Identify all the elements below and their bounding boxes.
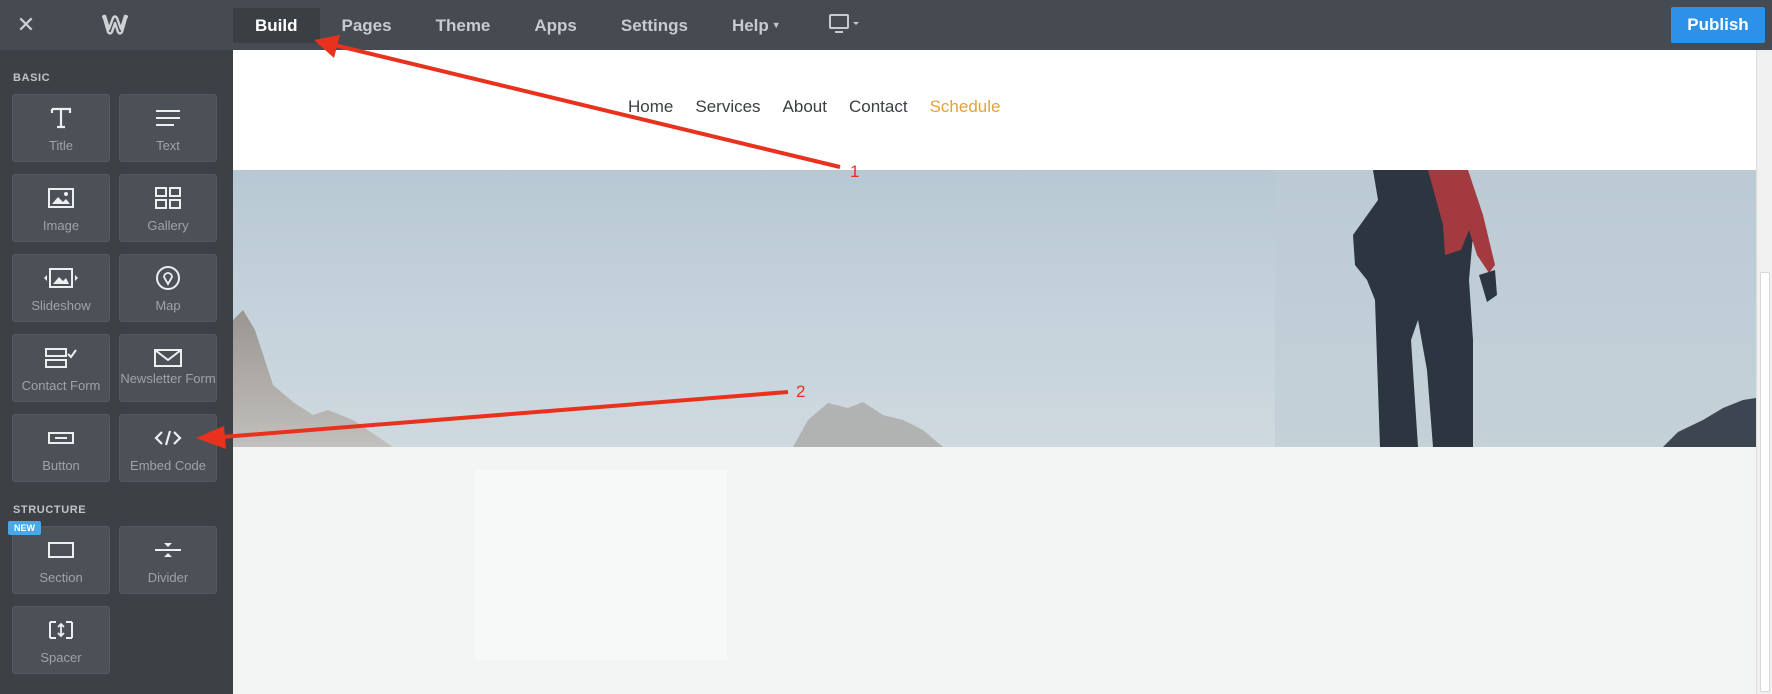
scrollbar[interactable]	[1756, 50, 1772, 694]
nav-build[interactable]: Build	[233, 8, 320, 43]
annotation-label-2: 2	[796, 382, 806, 401]
element-divider[interactable]: Divider	[119, 526, 217, 594]
element-text[interactable]: Text	[119, 94, 217, 162]
nav-apps-label: Apps	[534, 16, 577, 35]
nav-theme-label: Theme	[435, 16, 491, 35]
contact-form-icon	[13, 345, 109, 371]
desktop-monitor-icon[interactable]	[828, 12, 862, 38]
element-sidebar: BASIC Title Text Image Gallery Slideshow	[0, 50, 233, 694]
element-gallery[interactable]: Gallery	[119, 174, 217, 242]
slideshow-icon	[13, 265, 109, 291]
nav-help[interactable]: Help ▼	[710, 8, 803, 43]
site-nav-about[interactable]: About	[783, 97, 827, 117]
main-nav: Build Pages Theme Apps Settings Help ▼	[233, 8, 803, 43]
tile-label: Spacer	[40, 650, 82, 665]
tile-label: Title	[48, 138, 74, 153]
close-icon[interactable]: ✕	[14, 13, 38, 37]
text-lines-icon	[120, 105, 216, 131]
nav-settings[interactable]: Settings	[599, 8, 710, 43]
tile-label: Image	[42, 218, 80, 233]
nav-pages-label: Pages	[341, 16, 392, 35]
map-pin-icon	[120, 265, 216, 291]
title-icon	[13, 105, 109, 131]
nav-build-label: Build	[255, 16, 298, 35]
nav-pages[interactable]: Pages	[320, 8, 414, 43]
section-label-basic: BASIC	[13, 72, 51, 84]
new-badge: NEW	[8, 521, 41, 535]
site-nav-home[interactable]: Home	[628, 97, 673, 117]
nav-settings-label: Settings	[620, 16, 688, 35]
content-placeholder-box[interactable]	[475, 470, 727, 660]
nav-help-label: Help	[731, 16, 769, 35]
envelope-icon	[120, 345, 216, 371]
section-label-structure: STRUCTURE	[13, 504, 87, 516]
element-embed-code[interactable]: Embed Code	[119, 414, 217, 482]
annotation-label-1: 1	[850, 162, 860, 181]
tile-label: Gallery	[147, 218, 189, 233]
site-nav: Home Services About Contact Schedule	[628, 97, 1000, 117]
nav-theme[interactable]: Theme	[414, 8, 513, 43]
nav-apps[interactable]: Apps	[512, 8, 599, 43]
chevron-down-icon: ▼	[771, 20, 781, 30]
tile-label: Button	[42, 458, 80, 473]
tile-label: Slideshow	[31, 298, 91, 313]
tile-label: Map	[155, 298, 181, 313]
site-nav-contact[interactable]: Contact	[849, 97, 908, 117]
top-toolbar: ✕ Build Pages Theme Apps Settings Help ▼ …	[0, 0, 1772, 50]
element-slideshow[interactable]: Slideshow	[12, 254, 110, 322]
tile-label: Divider	[147, 570, 189, 585]
element-spacer[interactable]: Spacer	[12, 606, 110, 674]
element-map[interactable]: Map	[119, 254, 217, 322]
tile-label: Section	[39, 570, 83, 585]
site-header: Home Services About Contact Schedule	[233, 50, 1756, 170]
button-icon	[13, 425, 109, 451]
tile-label: Newsletter Form	[120, 371, 216, 386]
tile-label: Contact Form	[21, 378, 101, 393]
gallery-grid-icon	[120, 185, 216, 211]
element-image[interactable]: Image	[12, 174, 110, 242]
element-newsletter-form[interactable]: Newsletter Form	[119, 334, 217, 402]
divider-icon	[120, 537, 216, 563]
code-icon	[120, 425, 216, 451]
weebly-logo-icon	[102, 14, 128, 35]
site-nav-schedule[interactable]: Schedule	[930, 97, 1001, 117]
section-icon	[13, 537, 109, 563]
element-contact-form[interactable]: Contact Form	[12, 334, 110, 402]
site-nav-services[interactable]: Services	[695, 97, 760, 117]
tile-label: Text	[156, 138, 180, 153]
image-icon	[13, 185, 109, 211]
hero-scene	[233, 170, 1756, 447]
publish-button[interactable]: Publish	[1671, 7, 1765, 43]
element-title[interactable]: Title	[12, 94, 110, 162]
tile-label: Embed Code	[130, 458, 206, 473]
element-button[interactable]: Button	[12, 414, 110, 482]
scrollbar-thumb[interactable]	[1760, 272, 1770, 692]
element-section[interactable]: Section	[12, 526, 110, 594]
editor-canvas[interactable]: Home Services About Contact Schedule	[233, 50, 1756, 694]
spacer-icon	[13, 617, 109, 643]
hero-banner-image[interactable]	[233, 170, 1756, 447]
